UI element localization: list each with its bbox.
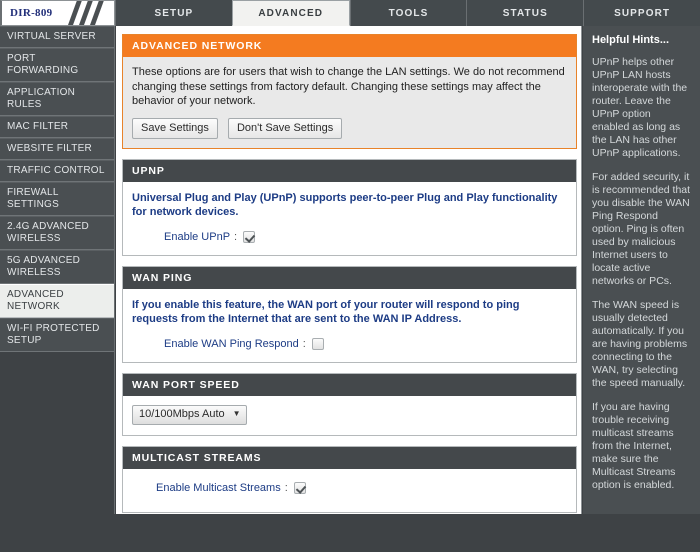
sidebar-item-advanced-network[interactable]: ADVANCED NETWORK: [0, 284, 114, 318]
wan-port-speed-title: WAN PORT SPEED: [123, 373, 576, 396]
advanced-network-title: ADVANCED NETWORK: [123, 35, 576, 57]
wan-ping-description: If you enable this feature, the WAN port…: [132, 298, 520, 325]
main-tabs: SETUP ADVANCED TOOLS STATUS SUPPORT: [115, 0, 700, 26]
top-navigation-bar: DIR-809 SETUP ADVANCED TOOLS STATUS SUPP…: [0, 0, 700, 26]
advanced-network-intro-text: These options are for users that wish to…: [132, 66, 565, 107]
multicast-enable-colon: :: [284, 481, 288, 494]
sidebar-item-virtual-server[interactable]: VIRTUAL SERVER: [0, 26, 114, 48]
upnp-description: Universal Plug and Play (UPnP) supports …: [132, 191, 558, 218]
upnp-enable-label: Enable UPnP: [164, 230, 231, 243]
wan-ping-enable-label: Enable WAN Ping Respond: [164, 337, 299, 350]
upnp-body: Universal Plug and Play (UPnP) supports …: [123, 181, 576, 255]
sidebar-navigation: VIRTUAL SERVER PORT FORWARDING APPLICATI…: [0, 26, 115, 552]
multicast-enable-checkbox[interactable]: [293, 481, 306, 494]
tab-setup[interactable]: SETUP: [115, 0, 232, 26]
tab-advanced[interactable]: ADVANCED: [231, 0, 350, 26]
hint-paragraph-wan-speed: The WAN speed is usually detected automa…: [592, 299, 688, 389]
upnp-enable-row: Enable UPnP :: [132, 230, 566, 243]
sidebar-item-website-filter[interactable]: WEBSITE FILTER: [0, 138, 114, 160]
sidebar-item-traffic-control[interactable]: TRAFFIC CONTROL: [0, 160, 114, 182]
multicast-streams-title: MULTICAST STREAMS: [123, 446, 576, 469]
wan-port-speed-selected-value: 10/100Mbps Auto: [139, 407, 225, 420]
sidebar-item-24g-advanced-wireless[interactable]: 2.4G ADVANCED WIRELESS: [0, 216, 114, 250]
sidebar-item-5g-advanced-wireless[interactable]: 5G ADVANCED WIRELESS: [0, 250, 114, 284]
advanced-network-intro-panel: ADVANCED NETWORK These options are for u…: [122, 34, 577, 149]
wan-ping-title: WAN PING: [123, 266, 576, 289]
dont-save-settings-button-top[interactable]: Don't Save Settings: [227, 117, 343, 139]
upnp-panel: UPNP Universal Plug and Play (UPnP) supp…: [122, 158, 577, 256]
wan-port-speed-select[interactable]: 10/100Mbps Auto ▼: [132, 404, 247, 425]
wan-port-speed-body: 10/100Mbps Auto ▼: [123, 395, 576, 435]
tab-tools[interactable]: TOOLS: [349, 0, 467, 26]
sidebar-filler: [0, 352, 114, 552]
product-model-label: DIR-809: [10, 7, 53, 19]
helpful-hints-title: Helpful Hints...: [592, 34, 669, 46]
wan-ping-body: If you enable this feature, the WAN port…: [123, 288, 576, 362]
wan-ping-enable-checkbox[interactable]: [311, 337, 324, 350]
wan-ping-enable-row: Enable WAN Ping Respond :: [132, 337, 566, 350]
slash-mark-icon: [66, 1, 112, 25]
sidebar-item-firewall-settings[interactable]: FIREWALL SETTINGS: [0, 182, 114, 216]
multicast-enable-row: Enable Multicast Streams :: [132, 481, 566, 494]
wan-ping-panel: WAN PING If you enable this feature, the…: [122, 265, 577, 363]
sidebar-item-mac-filter[interactable]: MAC FILTER: [0, 116, 114, 138]
hint-paragraph-wan-ping: For added security, it is recommended th…: [592, 171, 691, 287]
multicast-streams-panel: MULTICAST STREAMS Enable Multicast Strea…: [122, 445, 577, 513]
hint-paragraph-multicast: If you are having trouble receiving mult…: [592, 401, 676, 491]
upnp-title: UPNP: [123, 159, 576, 182]
chevron-down-icon: ▼: [232, 409, 241, 418]
upnp-enable-checkbox[interactable]: [243, 230, 256, 243]
save-settings-button-top[interactable]: Save Settings: [132, 117, 218, 139]
upnp-enable-colon: :: [234, 230, 238, 243]
hint-paragraph-upnp: UPnP helps other UPnP LAN hosts interope…: [592, 56, 688, 159]
router-admin-page: DIR-809 SETUP ADVANCED TOOLS STATUS SUPP…: [0, 0, 700, 552]
product-logo: DIR-809: [0, 0, 115, 26]
sidebar-item-application-rules[interactable]: APPLICATION RULES: [0, 82, 114, 116]
wan-ping-enable-colon: :: [302, 337, 306, 350]
helpful-hints-panel: Helpful Hints... UPnP helps other UPnP L…: [583, 26, 700, 514]
tab-support[interactable]: SUPPORT: [583, 0, 700, 26]
advanced-network-intro-body: These options are for users that wish to…: [123, 57, 576, 148]
tab-status[interactable]: STATUS: [466, 0, 584, 26]
main-content: ADVANCED NETWORK These options are for u…: [116, 26, 582, 514]
multicast-enable-label: Enable Multicast Streams: [156, 481, 281, 494]
multicast-streams-body: Enable Multicast Streams :: [123, 468, 576, 512]
wan-port-speed-panel: WAN PORT SPEED 10/100Mbps Auto ▼: [122, 372, 577, 436]
sidebar-item-port-forwarding[interactable]: PORT FORWARDING: [0, 48, 114, 82]
sidebar-item-wifi-protected-setup[interactable]: WI-FI PROTECTED SETUP: [0, 318, 114, 352]
